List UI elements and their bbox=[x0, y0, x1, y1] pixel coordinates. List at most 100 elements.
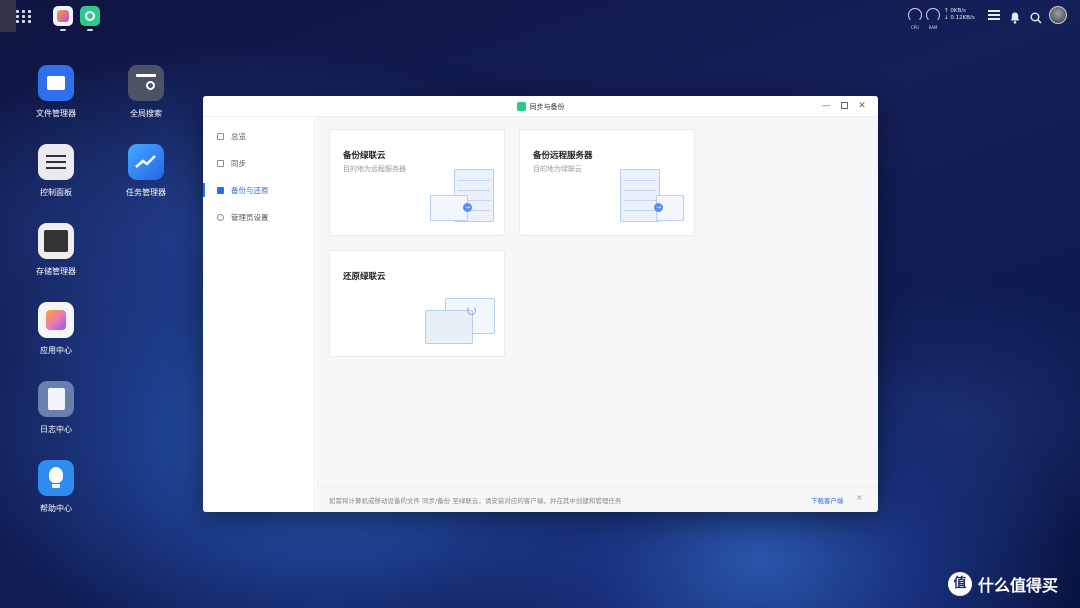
arrow-icon: → bbox=[654, 203, 663, 212]
lightbulb-icon bbox=[38, 460, 74, 496]
desktop-icon-label: 应用中心 bbox=[40, 346, 72, 355]
window-title: 同步与备份 bbox=[203, 102, 878, 112]
client-download-banner: 如需将计算机或移动设备的文件 同步/备份 至绿联云，请安装对应的客户端，并在其中… bbox=[316, 486, 878, 512]
running-indicator bbox=[60, 29, 66, 31]
server-graphic bbox=[620, 169, 660, 222]
slider-line-1 bbox=[46, 155, 66, 157]
front-screen-graphic bbox=[425, 310, 473, 344]
restore-illustration-icon bbox=[423, 296, 498, 348]
notification-bell-icon[interactable] bbox=[1010, 9, 1020, 24]
sidebar-item-label: 同步 bbox=[231, 158, 246, 168]
cpu-label: CPU bbox=[910, 25, 920, 30]
desktop-icon-label: 任务管理器 bbox=[126, 188, 166, 197]
card-title: 备份绿联云 bbox=[343, 151, 386, 161]
desktop-icon-help-center[interactable]: 帮助中心 bbox=[16, 460, 96, 514]
sidebar-item-backup-restore[interactable]: 备份与还原 bbox=[203, 180, 315, 200]
slider-line-3 bbox=[46, 167, 66, 169]
net-download: ↓ 0.12KB/s bbox=[944, 15, 975, 21]
bulb-glyph bbox=[49, 467, 63, 483]
card-backup-remote-server[interactable]: 备份远程服务器 目的地为绿联云 → bbox=[519, 129, 695, 236]
running-indicator bbox=[87, 29, 93, 31]
desktop-icon-task-manager[interactable]: 任务管理器 bbox=[106, 144, 186, 198]
search-glyph-lens bbox=[146, 81, 155, 90]
folder-icon bbox=[38, 65, 74, 101]
folder-glyph bbox=[47, 76, 65, 90]
desktop-icon-storage-manager[interactable]: 存储管理器 bbox=[16, 223, 96, 277]
sidebar-item-sync[interactable]: 同步 bbox=[203, 153, 315, 173]
slider-line-2 bbox=[46, 161, 66, 163]
minimize-icon[interactable]: — bbox=[820, 100, 832, 112]
ram-label: RAM bbox=[928, 25, 938, 30]
app-center-icon bbox=[38, 302, 74, 338]
search-icon bbox=[128, 65, 164, 101]
desktop-icon-label: 存储管理器 bbox=[36, 267, 76, 276]
sliders-icon bbox=[38, 144, 74, 180]
cpu-gauge bbox=[908, 8, 922, 22]
restore-icon bbox=[467, 306, 476, 315]
card-backup-ugreen-cloud[interactable]: 备份绿联云 目的地为远程服务器 → bbox=[329, 129, 505, 236]
network-speed[interactable]: ↑ 0KB/s ↓ 0.12KB/s bbox=[944, 8, 975, 22]
card-subtitle: 目的地为远程服务器 bbox=[343, 165, 406, 173]
desktop-icon-label: 日志中心 bbox=[40, 425, 72, 434]
user-avatar[interactable] bbox=[1049, 6, 1067, 24]
card-title: 还原绿联云 bbox=[343, 272, 386, 282]
watermark-text: 什么值得买 bbox=[978, 576, 1059, 595]
desktop-icon-control-panel[interactable]: 控制面板 bbox=[16, 144, 96, 198]
desktop-icon-label: 帮助中心 bbox=[40, 504, 72, 513]
ram-meter-icon[interactable]: RAM bbox=[926, 8, 940, 30]
sidebar-item-label: 备份与还原 bbox=[231, 185, 269, 195]
main-content: 备份绿联云 目的地为远程服务器 → 备份远程服务器 目的地为绿联云 → 还原绿联… bbox=[316, 117, 878, 512]
window-titlebar[interactable]: 同步与备份 — ✕ bbox=[203, 96, 878, 117]
card-restore-ugreen-cloud[interactable]: 还原绿联云 bbox=[329, 250, 505, 357]
banner-close-icon[interactable]: × bbox=[856, 493, 863, 502]
desktop-icon-label: 全局搜索 bbox=[130, 109, 162, 118]
cpu-meter-icon[interactable]: CPU bbox=[908, 8, 922, 30]
overview-icon bbox=[217, 132, 224, 140]
desktop-icon-log-center[interactable]: 日志中心 bbox=[16, 381, 96, 435]
window-title-text: 同步与备份 bbox=[529, 103, 565, 111]
sync-icon bbox=[217, 159, 224, 167]
chart-icon bbox=[128, 144, 164, 180]
download-client-link[interactable]: 下载客户端 bbox=[811, 495, 844, 505]
bulb-base bbox=[52, 484, 60, 488]
maximize-icon[interactable] bbox=[838, 100, 850, 112]
sidebar-item-overview[interactable]: 总览 bbox=[203, 126, 315, 146]
ram-gauge bbox=[926, 8, 940, 22]
storage-glyph bbox=[44, 230, 68, 252]
sidebar-item-label: 管理员设置 bbox=[231, 212, 269, 222]
close-icon[interactable]: ✕ bbox=[856, 100, 868, 112]
watermark-logo-icon: 值 bbox=[948, 572, 972, 596]
card-subtitle: 目的地为绿联云 bbox=[533, 165, 582, 173]
arrow-icon: → bbox=[463, 203, 472, 212]
sidebar-item-admin-settings[interactable]: 管理员设置 bbox=[203, 207, 315, 227]
admin-settings-icon bbox=[217, 213, 224, 221]
sync-glyph bbox=[85, 11, 95, 21]
search-glyph bbox=[136, 74, 156, 77]
widgets-icon[interactable] bbox=[988, 10, 1000, 21]
desktop-icon-label: 控制面板 bbox=[40, 188, 72, 197]
sidebar-item-label: 总览 bbox=[231, 131, 246, 141]
desktop-icon-label: 文件管理器 bbox=[36, 109, 76, 118]
desktop-icon-global-search[interactable]: 全局搜索 bbox=[106, 65, 186, 119]
search-icon[interactable] bbox=[1030, 9, 1042, 24]
app-launcher-icon[interactable] bbox=[14, 6, 34, 26]
sidebar: 总览 同步 备份与还原 管理员设置 bbox=[203, 117, 315, 512]
watermark: 值 什么值得买 bbox=[948, 572, 1058, 596]
app-center-glyph bbox=[46, 310, 66, 330]
sync-backup-window: 同步与备份 — ✕ 总览 同步 备份与还原 管理员设置 备份绿联云 目的地为远程… bbox=[203, 96, 878, 512]
log-glyph bbox=[48, 388, 65, 410]
remote-backup-illustration-icon: → bbox=[618, 167, 688, 227]
taskbar-app-center-icon[interactable] bbox=[53, 6, 73, 31]
desktop-icon-app-center[interactable]: 应用中心 bbox=[16, 302, 96, 356]
taskbar: CPU RAM ↑ 0KB/s ↓ 0.12KB/s bbox=[0, 0, 1080, 32]
app-center-glyph bbox=[57, 10, 69, 22]
net-upload: ↑ 0KB/s bbox=[944, 8, 966, 14]
backup-illustration-icon: → bbox=[428, 167, 498, 227]
active-indicator bbox=[203, 183, 205, 197]
desktop-icon-file-manager[interactable]: 文件管理器 bbox=[16, 65, 96, 119]
sync-app-icon bbox=[516, 102, 526, 111]
log-icon bbox=[38, 381, 74, 417]
storage-icon bbox=[38, 223, 74, 259]
banner-text: 如需将计算机或移动设备的文件 同步/备份 至绿联云，请安装对应的客户端，并在其中… bbox=[329, 497, 622, 505]
taskbar-sync-backup-icon[interactable] bbox=[80, 6, 100, 31]
